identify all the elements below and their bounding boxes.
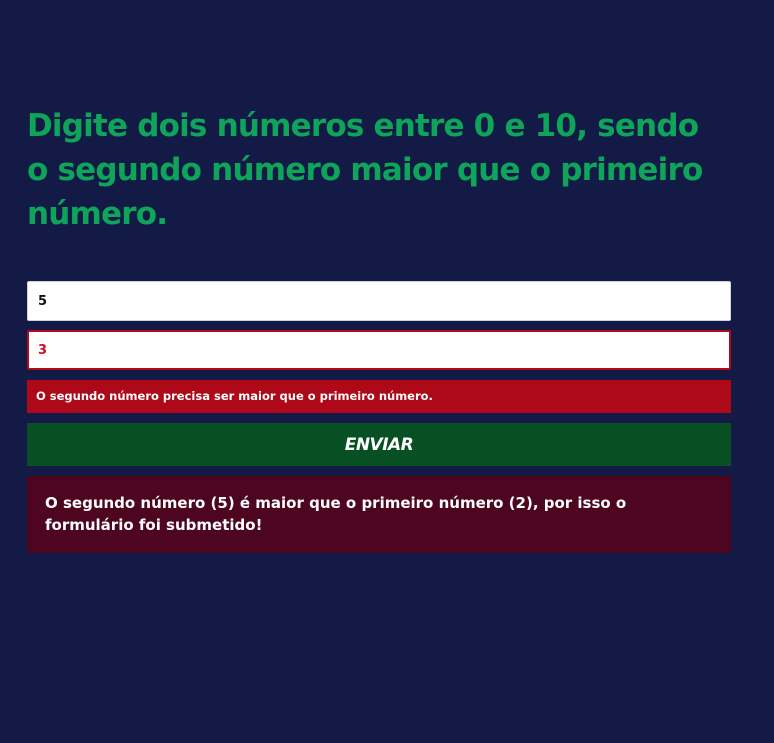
first-number-input[interactable] [27, 281, 731, 321]
submit-button[interactable]: ENVIAR [27, 423, 731, 466]
result-message: O segundo número (5) é maior que o prime… [27, 476, 731, 553]
page: Digite dois números entre 0 e 10, sendo … [0, 0, 774, 743]
page-title: Digite dois números entre 0 e 10, sendo … [27, 108, 703, 232]
validation-error-message: O segundo número precisa ser maior que o… [27, 380, 731, 413]
second-number-input[interactable] [27, 330, 731, 370]
